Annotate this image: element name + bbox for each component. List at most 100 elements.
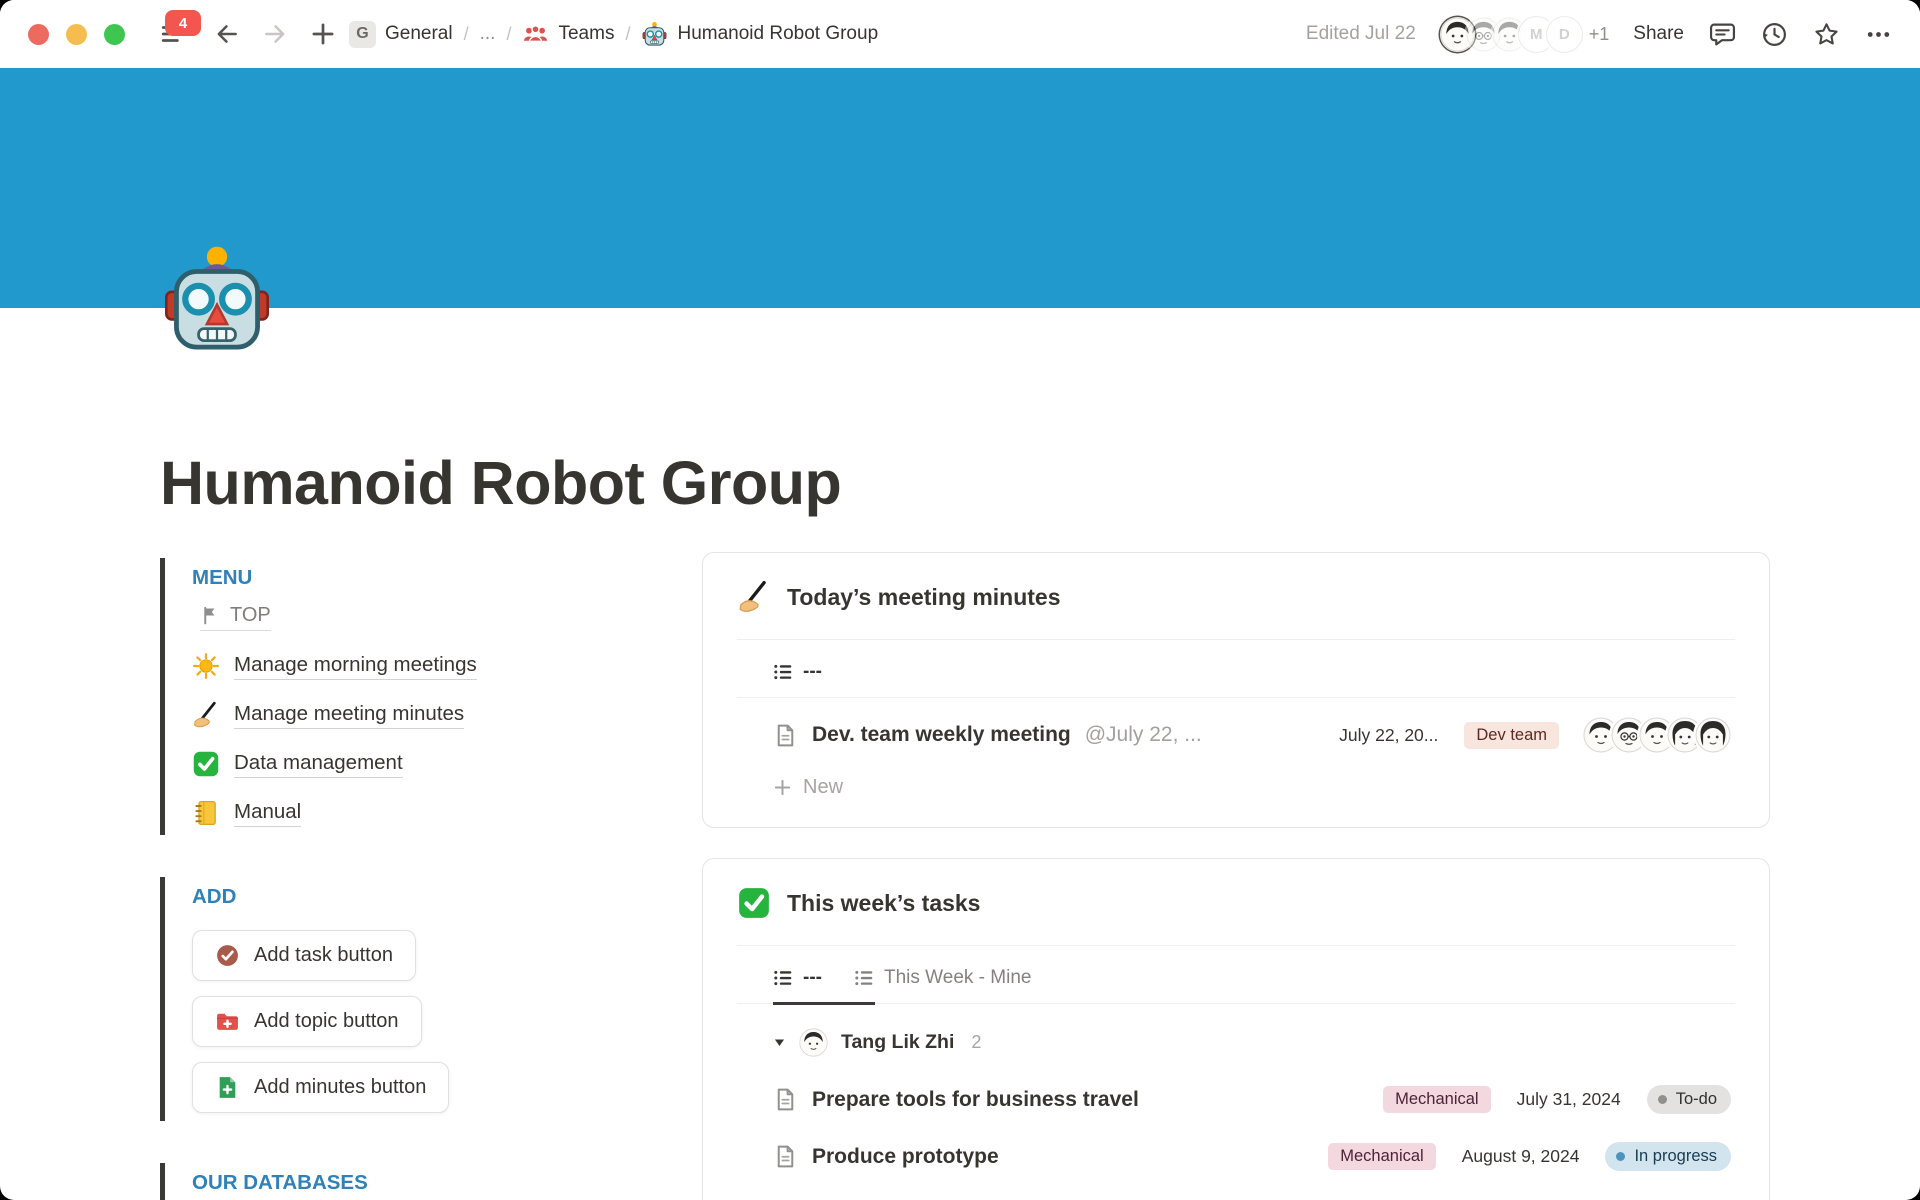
presence-avatars: M D +1 xyxy=(1440,16,1610,53)
page-cover xyxy=(0,68,1920,308)
sidebar-toggle-button[interactable]: 4 xyxy=(153,14,193,54)
add-heading: ADD xyxy=(192,885,632,909)
sidebar-item-manual[interactable]: Manual xyxy=(192,799,632,827)
writing-hand-icon xyxy=(192,701,220,729)
teams-icon xyxy=(522,21,549,48)
more-options-button[interactable] xyxy=(1864,20,1892,48)
page-icon-robot[interactable] xyxy=(158,242,276,360)
page-icon xyxy=(773,723,798,748)
list-view-icon xyxy=(854,968,874,988)
star-icon xyxy=(1813,21,1840,48)
weekly-tasks-card: This week’s tasks --- This Week - Mine xyxy=(702,858,1770,1200)
due-date: July 31, 2024 xyxy=(1517,1089,1621,1110)
list-view-icon xyxy=(773,968,793,988)
comments-button[interactable] xyxy=(1708,20,1736,48)
avatar[interactable]: D xyxy=(1546,16,1583,53)
status-dot xyxy=(1616,1152,1625,1161)
minutes-row-dev-team-weekly-meeting[interactable]: Dev. team weekly meeting @July 22, ... J… xyxy=(737,704,1735,766)
add-minutes-button[interactable]: Add minutes button xyxy=(192,1062,449,1113)
toolbar: 4 G General / ... / Teams / H xyxy=(0,0,1920,68)
new-minutes-button[interactable]: New xyxy=(737,766,1735,819)
breadcrumb-item-current-page[interactable]: Humanoid Robot Group xyxy=(641,21,878,48)
add-topic-button[interactable]: Add topic button xyxy=(192,996,422,1047)
tasks-view-tab-this-week-mine[interactable]: This Week - Mine xyxy=(854,967,1031,989)
minutes-view: --- Dev. team weekly meeting @July 22, .… xyxy=(737,640,1735,827)
list-view-icon xyxy=(773,662,793,682)
status-dot xyxy=(1658,1095,1667,1104)
zoom-window-button[interactable] xyxy=(104,24,125,45)
favorite-button[interactable] xyxy=(1812,20,1840,48)
close-window-button[interactable] xyxy=(28,24,49,45)
status-badge: In progress xyxy=(1605,1142,1731,1171)
plus-icon xyxy=(773,778,792,797)
tasks-view-tab-all[interactable]: --- xyxy=(773,967,822,989)
clock-icon xyxy=(1761,21,1788,48)
databases-heading: OUR DATABASES xyxy=(192,1171,632,1195)
avatar xyxy=(1695,717,1731,753)
window-controls xyxy=(28,24,125,45)
tasks-view: --- This Week - Mine Tang Lik Zhi 2 xyxy=(737,946,1735,1193)
toolbar-right: Edited Jul 22 M D +1 Share xyxy=(1306,16,1892,53)
task-row-prepare-tools[interactable]: Prepare tools for business travel Mechan… xyxy=(737,1071,1735,1128)
ellipsis-icon xyxy=(1865,21,1892,48)
writing-hand-icon xyxy=(737,580,771,614)
collapse-caret-icon[interactable] xyxy=(773,1036,786,1049)
workspace-icon: G xyxy=(349,21,376,48)
arrow-left-icon xyxy=(214,21,240,47)
robot-icon xyxy=(641,21,668,48)
forward-button[interactable] xyxy=(255,14,295,54)
notification-badge: 4 xyxy=(165,10,201,36)
flag-icon xyxy=(200,605,221,626)
avatar-overflow-count[interactable]: +1 xyxy=(1589,24,1610,45)
active-tab-indicator xyxy=(773,1002,875,1005)
weekly-tasks-card-header: This week’s tasks xyxy=(703,859,1769,945)
add-task-button[interactable]: Add task button xyxy=(192,930,416,981)
menu-heading: MENU xyxy=(192,566,632,590)
breadcrumb-separator: / xyxy=(506,24,511,45)
last-edited-label: Edited Jul 22 xyxy=(1306,23,1416,45)
breadcrumb-item-teams[interactable]: Teams xyxy=(522,21,614,48)
task-row-produce-prototype[interactable]: Produce prototype Mechanical August 9, 2… xyxy=(737,1128,1735,1185)
breadcrumb-separator: / xyxy=(625,24,630,45)
comment-icon xyxy=(1709,21,1736,48)
category-tag: Mechanical xyxy=(1383,1086,1490,1113)
app-window: 4 G General / ... / Teams / H xyxy=(0,0,1920,1200)
check-box-icon xyxy=(192,750,220,778)
updates-button[interactable] xyxy=(1760,20,1788,48)
tab-divider xyxy=(737,1003,1735,1004)
folder-plus-icon xyxy=(215,1009,240,1034)
category-tag: Mechanical xyxy=(1328,1143,1435,1170)
group-header-tang-lik-zhi: Tang Lik Zhi 2 xyxy=(737,1004,1735,1065)
status-badge: To-do xyxy=(1647,1085,1731,1114)
sidebar-item-manage-morning-meetings[interactable]: Manage morning meetings xyxy=(192,652,632,680)
breadcrumb: G General / ... / Teams / Humanoid Robot… xyxy=(349,21,878,48)
page-icon xyxy=(773,1144,798,1169)
page-title[interactable]: Humanoid Robot Group xyxy=(0,308,1920,518)
breadcrumb-item-general[interactable]: G General xyxy=(349,21,453,48)
breadcrumb-item-collapsed[interactable]: ... xyxy=(480,23,496,45)
minutes-view-tab[interactable]: --- xyxy=(773,661,822,683)
share-button[interactable]: Share xyxy=(1633,23,1684,45)
group-count: 2 xyxy=(971,1032,981,1053)
back-button[interactable] xyxy=(207,14,247,54)
sun-icon xyxy=(192,652,220,680)
plus-icon xyxy=(310,21,336,47)
menu-block: MENU TOP Manage morning meetings Manage … xyxy=(160,558,632,835)
new-page-button[interactable] xyxy=(303,14,343,54)
check-box-icon xyxy=(737,886,771,920)
sidebar-item-manage-meeting-minutes[interactable]: Manage meeting minutes xyxy=(192,701,632,729)
team-tag: Dev team xyxy=(1464,722,1559,749)
breadcrumb-separator: / xyxy=(464,24,469,45)
sidebar-item-top[interactable]: TOP xyxy=(200,604,271,631)
page-body: MENU TOP Manage morning meetings Manage … xyxy=(0,518,1920,1200)
task-check-icon xyxy=(215,943,240,968)
due-date: August 9, 2024 xyxy=(1462,1146,1580,1167)
avatar xyxy=(799,1028,828,1057)
add-block: ADD Add task button Add topic button Add… xyxy=(160,877,632,1121)
meeting-date: July 22, 20... xyxy=(1339,725,1438,746)
minimize-window-button[interactable] xyxy=(66,24,87,45)
databases-block: OUR DATABASES Minutes DB xyxy=(160,1163,632,1200)
sidebar-item-data-management[interactable]: Data management xyxy=(192,750,632,778)
meeting-minutes-card-header: Today’s meeting minutes xyxy=(703,553,1769,639)
right-column: Today’s meeting minutes --- Dev. xyxy=(702,552,1770,1200)
